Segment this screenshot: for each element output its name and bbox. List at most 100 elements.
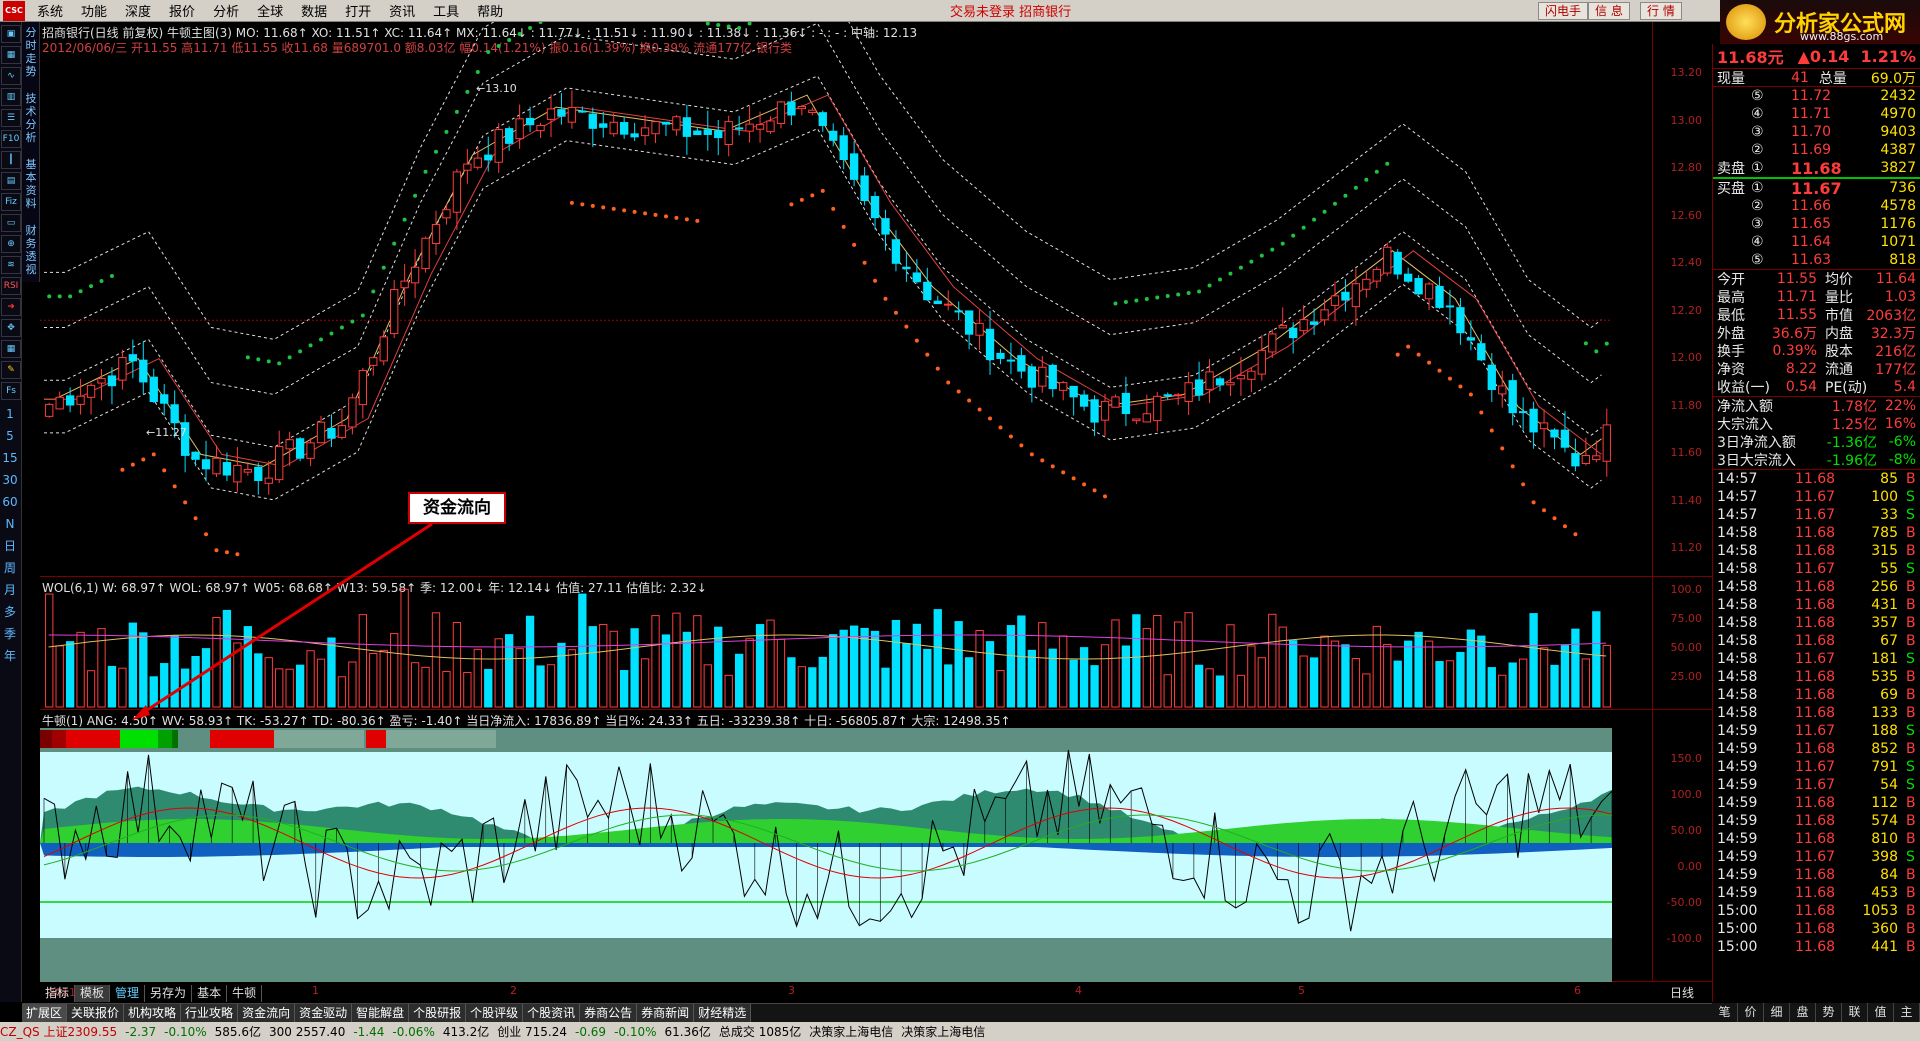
move-icon[interactable]: ✥	[1, 319, 21, 337]
document-icon[interactable]: ▭	[1, 214, 21, 232]
rsi-icon[interactable]: RSI	[1, 277, 21, 295]
tick-row[interactable]: 14:58 11.68 133 B	[1713, 704, 1920, 722]
kline-chart[interactable]: ←13.10 ←11.27	[40, 22, 1652, 577]
period-n[interactable]: N	[0, 513, 20, 535]
ext-tab-10[interactable]: 券商公告	[580, 1004, 638, 1022]
quote-tab-2[interactable]: 细	[1764, 1003, 1790, 1022]
tick-row[interactable]: 14:58 11.68 357 B	[1713, 614, 1920, 632]
ext-tab-5[interactable]: 资金驱动	[295, 1004, 353, 1022]
grid-icon[interactable]: ▦	[1, 46, 21, 64]
indicator-icon[interactable]: ≋	[1, 256, 21, 274]
tick-row[interactable]: 14:59 11.68 84 B	[1713, 866, 1920, 884]
price-panel[interactable]: 招商银行(日线 前复权) 牛顿主图(3) MO: 11.68↑ XO: 11.5…	[40, 22, 1712, 577]
ext-tab-8[interactable]: 个股评级	[466, 1004, 524, 1022]
flash-trade-button[interactable]: 闪电手	[1538, 2, 1589, 20]
tick-row[interactable]: 14:58 11.67 181 S	[1713, 650, 1920, 668]
tick-row[interactable]: 14:58 11.68 431 B	[1713, 596, 1920, 614]
vtab-fundamental[interactable]: 基本资料	[22, 144, 40, 210]
ext-tab-12[interactable]: 财经精选	[694, 1004, 752, 1022]
tick-row[interactable]: 14:59 11.67 188 S	[1713, 722, 1920, 740]
menu-function[interactable]: 功能	[72, 1, 116, 20]
volume-chart[interactable]	[40, 577, 1652, 710]
tab-template[interactable]: 模板	[75, 985, 111, 1002]
fiz-icon[interactable]: Fiz	[1, 193, 21, 211]
tab-indicator[interactable]: 指标	[40, 985, 76, 1002]
tab-basic[interactable]: 基本	[192, 985, 228, 1002]
tick-row[interactable]: 14:59 11.68 112 B	[1713, 794, 1920, 812]
menu-open[interactable]: 打开	[336, 1, 380, 20]
quote-tab-6[interactable]: 值	[1868, 1003, 1894, 1022]
ext-tab-2[interactable]: 机构攻略	[124, 1004, 182, 1022]
ext-tab-9[interactable]: 个股资讯	[523, 1004, 581, 1022]
tick-row[interactable]: 14:59 11.68 574 B	[1713, 812, 1920, 830]
tick-row[interactable]: 14:58 11.68 315 B	[1713, 542, 1920, 560]
menu-system[interactable]: 系统	[28, 1, 72, 20]
ext-tab-0[interactable]: 扩展区	[22, 1004, 68, 1022]
candle-icon[interactable]: ┃	[1, 151, 21, 169]
period-day[interactable]: 日	[0, 535, 20, 557]
tick-row[interactable]: 14:59 11.68 852 B	[1713, 740, 1920, 758]
tick-row[interactable]: 14:59 11.67 398 S	[1713, 848, 1920, 866]
tick-row[interactable]: 14:58 11.68 256 B	[1713, 578, 1920, 596]
menu-global[interactable]: 全球	[248, 1, 292, 20]
chart-area[interactable]: 招商银行(日线 前复权) 牛顿主图(3) MO: 11.68↑ XO: 11.5…	[40, 22, 1712, 1002]
period-label[interactable]: 日线	[1670, 984, 1694, 1001]
ext-tab-4[interactable]: 资金流向	[238, 1004, 296, 1022]
tick-row[interactable]: 14:57 11.67 33 S	[1713, 506, 1920, 524]
quote-tab-0[interactable]: 笔	[1712, 1003, 1738, 1022]
period-quarter[interactable]: 季	[0, 623, 20, 645]
flow-chart[interactable]	[40, 710, 1652, 982]
tick-row[interactable]: 14:59 11.68 810 B	[1713, 830, 1920, 848]
pencil-icon[interactable]: ✎	[1, 361, 21, 379]
quote-tab-5[interactable]: 联	[1842, 1003, 1868, 1022]
ext-tab-1[interactable]: 关联报价	[67, 1004, 125, 1022]
tick-row[interactable]: 14:59 11.67 791 S	[1713, 758, 1920, 776]
menu-depth[interactable]: 深度	[116, 1, 160, 20]
list-icon[interactable]: ☰	[1, 109, 21, 127]
info-button[interactable]: 信 息	[1588, 2, 1630, 20]
period-year[interactable]: 年	[0, 645, 20, 667]
bar-chart-icon[interactable]: ▥	[1, 88, 21, 106]
tab-manage[interactable]: 管理	[110, 985, 146, 1002]
menu-data[interactable]: 数据	[292, 1, 336, 20]
app-logo-icon[interactable]: CSC	[3, 0, 25, 21]
tick-row[interactable]: 14:58 11.68 785 B	[1713, 524, 1920, 542]
vtab-intraday[interactable]: 分时走势	[22, 22, 40, 78]
tick-row[interactable]: 15:00 11.68 1053 B	[1713, 902, 1920, 920]
period-week[interactable]: 周	[0, 557, 20, 579]
period-5min[interactable]: 5	[0, 425, 20, 447]
quote-tab-7[interactable]: 主	[1894, 1003, 1920, 1022]
period-15min[interactable]: 15	[0, 447, 20, 469]
tick-row[interactable]: 14:57 11.68 85 B	[1713, 470, 1920, 488]
line-chart-icon[interactable]: ∿	[1, 67, 21, 85]
period-multi[interactable]: 多	[0, 601, 20, 623]
menu-help[interactable]: 帮助	[468, 1, 512, 20]
tick-row[interactable]: 14:59 11.67 54 S	[1713, 776, 1920, 794]
ext-tab-7[interactable]: 个股研报	[409, 1004, 467, 1022]
calendar-icon[interactable]: ▦	[1, 340, 21, 358]
flow-panel[interactable]: 牛顿(1) ANG: 4.50↑ WV: 58.93↑ TK: -53.27↑ …	[40, 710, 1712, 982]
zoom-icon[interactable]: ⊕	[1, 235, 21, 253]
period-60min[interactable]: 60	[0, 491, 20, 513]
market-button[interactable]: 行 情	[1640, 2, 1682, 20]
menu-news[interactable]: 资讯	[380, 1, 424, 20]
tick-row[interactable]: 14:57 11.67 100 S	[1713, 488, 1920, 506]
period-month[interactable]: 月	[0, 579, 20, 601]
tick-row[interactable]: 15:00 11.68 360 B	[1713, 920, 1920, 938]
quote-tab-3[interactable]: 盘	[1790, 1003, 1816, 1022]
ext-tab-6[interactable]: 智能解盘	[352, 1004, 410, 1022]
fs-icon[interactable]: Fs	[1, 382, 21, 400]
menu-tools[interactable]: 工具	[424, 1, 468, 20]
tab-newton[interactable]: 牛顿	[227, 985, 263, 1002]
tab-save-as[interactable]: 另存为	[145, 985, 193, 1002]
menu-quote[interactable]: 报价	[160, 1, 204, 20]
tick-row[interactable]: 14:58 11.68 535 B	[1713, 668, 1920, 686]
f10-icon[interactable]: F10	[1, 130, 21, 148]
tick-row[interactable]: 14:59 11.68 453 B	[1713, 884, 1920, 902]
quote-tab-1[interactable]: 价	[1738, 1003, 1764, 1022]
period-30min[interactable]: 30	[0, 469, 20, 491]
tick-row[interactable]: 14:58 11.68 69 B	[1713, 686, 1920, 704]
menu-analysis[interactable]: 分析	[204, 1, 248, 20]
vtab-technical[interactable]: 技术分析	[22, 78, 40, 144]
tick-row[interactable]: 15:00 11.68 441 B	[1713, 938, 1920, 956]
